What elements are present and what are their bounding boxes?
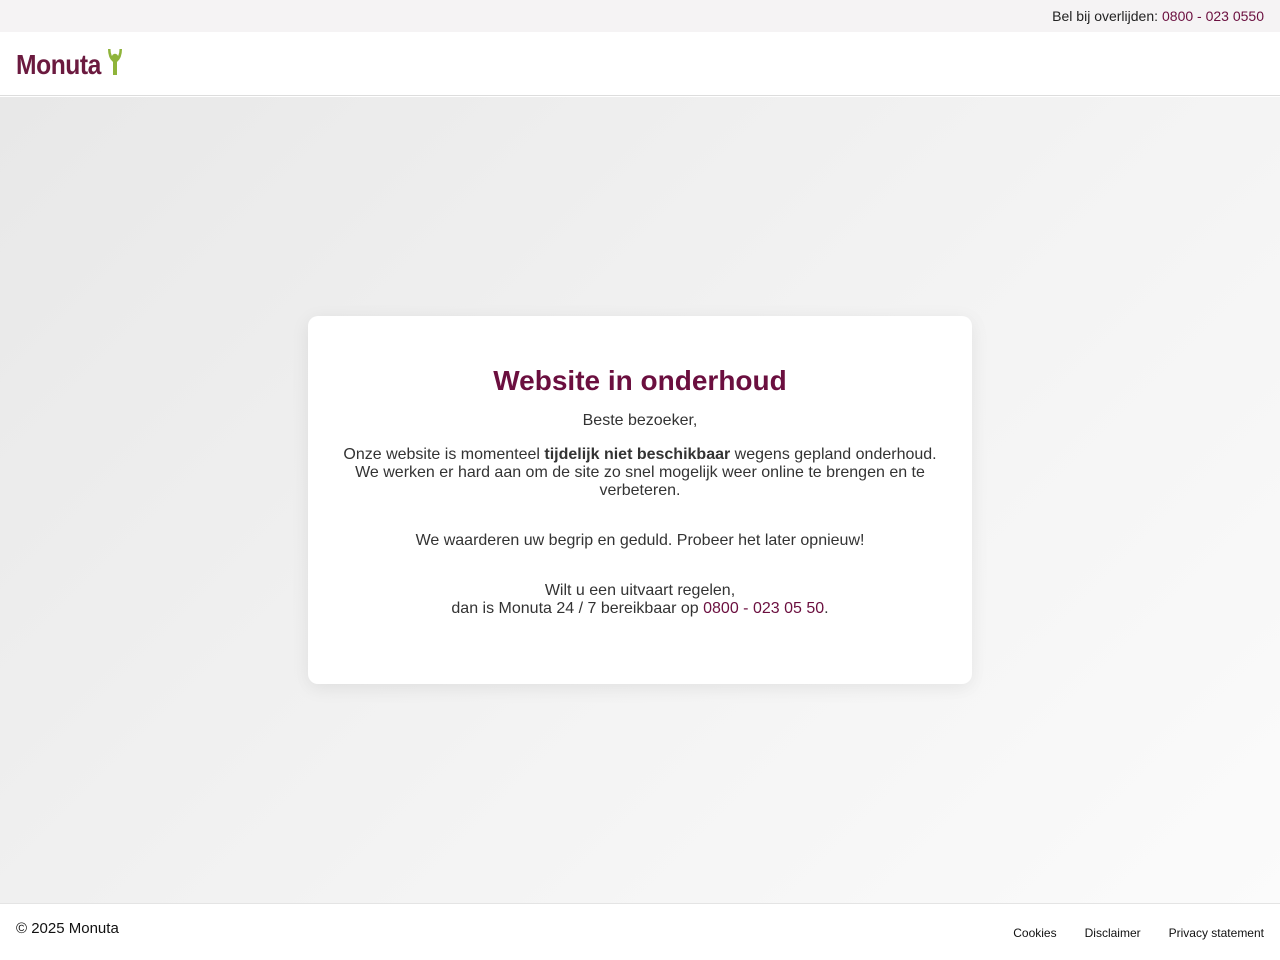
logo-figure-icon xyxy=(108,49,122,75)
maintenance-card: Website in onderhoud Beste bezoeker, Onz… xyxy=(308,316,972,684)
top-bar: Bel bij overlijden: 0800 - 023 0550 xyxy=(0,0,1280,32)
footer-links: Cookies Disclaimer Privacy statement xyxy=(1013,926,1264,940)
site-footer: © 2025 Monuta Cookies Disclaimer Privacy… xyxy=(0,903,1280,960)
contact-message: Wilt u een uitvaart regelen, dan is Monut… xyxy=(338,582,942,618)
contact-line-2-after: . xyxy=(824,600,829,617)
contact-line-2-before: dan is Monuta 24 / 7 bereikbaar op xyxy=(451,600,704,617)
footer-link-cookies[interactable]: Cookies xyxy=(1013,926,1056,940)
site-header: Monuta xyxy=(0,32,1280,96)
contact-line-1: Wilt u een uitvaart regelen, xyxy=(544,582,736,599)
intro-text-before: Onze website is momenteel xyxy=(343,446,545,463)
page-title: Website in onderhoud xyxy=(493,365,787,396)
thanks-message: We waarderen uw begrip en geduld. Probee… xyxy=(415,532,865,549)
footer-link-privacy-statement[interactable]: Privacy statement xyxy=(1169,926,1264,940)
unavailable-emphasis: tijdelijk niet beschikbaar xyxy=(544,446,731,463)
copyright-text: © 2025 Monuta xyxy=(16,920,119,937)
logo-wordmark: Monuta xyxy=(16,49,101,80)
monuta-logo[interactable]: Monuta xyxy=(16,48,122,80)
main-content: Website in onderhoud Beste bezoeker, Onz… xyxy=(0,97,1280,903)
emergency-call-label: Bel bij overlijden: xyxy=(1052,8,1159,24)
maintenance-message: Onze website is momenteel tijdelijk niet… xyxy=(338,446,942,500)
contact-phone-link[interactable]: 0800 - 023 05 50 xyxy=(703,600,824,617)
footer-link-disclaimer[interactable]: Disclaimer xyxy=(1085,926,1141,940)
emergency-phone-link[interactable]: 0800 - 023 0550 xyxy=(1162,8,1264,24)
greeting-text: Beste bezoeker, xyxy=(582,412,698,429)
